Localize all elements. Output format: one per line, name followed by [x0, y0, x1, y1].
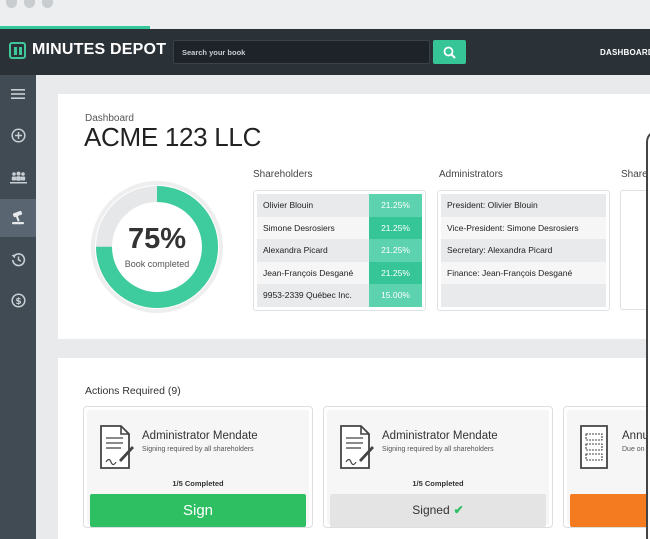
device-frame-edge: [646, 130, 650, 539]
app-name: MINUTES DEPOT: [32, 41, 167, 58]
administrator-entry: Secretary: Alexandra Picard: [441, 239, 606, 262]
document-list-icon: [580, 425, 608, 469]
action-card: Administrator Mendate Signing required b…: [83, 406, 313, 528]
administrator-entry: [441, 284, 606, 307]
actions-title: Actions Required (9): [85, 385, 181, 397]
table-row[interactable]: Simone Desrosiers 21.25%: [257, 216, 422, 239]
action-card: Annu Due on: [563, 406, 650, 528]
action-card-progress: 1/5 Completed: [172, 479, 224, 488]
shareholder-name: Simone Desrosiers: [257, 216, 369, 239]
shareholder-share: 21.25%: [369, 194, 422, 217]
action-card-body: Annu Due on: [567, 410, 650, 527]
action-card: Administrator Mendate Signing required b…: [323, 406, 553, 528]
shareholder-name: 9953-2339 Québec Inc.: [257, 284, 369, 307]
action-card-subtitle: Signing required by all shareholders: [142, 446, 254, 453]
logo[interactable]: MINUTES DEPOT: [9, 41, 166, 59]
administrator-entry: Vice-President: Simone Desrosiers: [441, 216, 606, 239]
signed-button[interactable]: Signed ✔: [330, 494, 546, 527]
page-title: ACME 123 LLC: [84, 122, 262, 152]
action-card-body: Administrator Mendate Signing required b…: [87, 410, 309, 527]
shareholder-share: 21.25%: [369, 261, 422, 284]
sidebar-item-menu[interactable]: [0, 75, 36, 113]
sign-button[interactable]: Sign: [90, 494, 306, 527]
action-card-title: Administrator Mendate: [382, 430, 498, 442]
shareholder-name: Alexandra Picard: [257, 239, 369, 262]
shareholders-title: Shareholders: [253, 169, 313, 180]
search-box: [173, 40, 430, 64]
sidebar-item-history[interactable]: [0, 240, 36, 278]
check-icon: ✔: [453, 503, 464, 517]
document-sign-icon: [340, 425, 374, 469]
sidebar-item-add[interactable]: [0, 116, 36, 154]
window-chrome: [0, 0, 650, 28]
shareholder-share: 21.25%: [369, 216, 422, 239]
shareholder-share: 15.00%: [369, 284, 422, 307]
administrator-entry: Finance: Jean-François Desgané: [441, 261, 606, 284]
action-card-subtitle: Due on: [622, 446, 645, 453]
action-card-body: Administrator Mendate Signing required b…: [327, 410, 549, 527]
table-row[interactable]: Jean-François Desgané 21.25%: [257, 261, 422, 284]
administrator-entry: President: Olivier Blouin: [441, 194, 606, 217]
window-dot-icon[interactable]: [6, 0, 17, 8]
shareholder-name: Olivier Blouin: [257, 194, 369, 217]
search-button[interactable]: [433, 40, 466, 64]
action-card-progress: 1/5 Completed: [412, 479, 464, 488]
top-bar: MINUTES DEPOT DASHBOARD: [0, 29, 650, 75]
shareholders-table: Olivier Blouin 21.25% Simone Desrosiers 21…: [253, 190, 426, 311]
sidebar: $: [0, 75, 36, 539]
sidebar-item-resolutions[interactable]: [0, 199, 36, 237]
table-row[interactable]: 9953-2339 Québec Inc. 15.00%: [257, 284, 422, 307]
shareholder-share: 21.25%: [369, 239, 422, 262]
shareholder-name: Jean-François Desgané: [257, 261, 369, 284]
table-row[interactable]: Vice-President: Simone Desrosiers: [441, 216, 606, 239]
menu-icon: [11, 89, 25, 99]
sidebar-item-billing[interactable]: $: [0, 281, 36, 319]
table-row[interactable]: Olivier Blouin 21.25%: [257, 194, 422, 217]
window-dot-icon[interactable]: [24, 0, 35, 8]
history-icon: [11, 252, 25, 266]
sidebar-item-shareholders[interactable]: [0, 158, 36, 196]
users-icon: [9, 171, 27, 183]
action-card-title: Administrator Mendate: [142, 430, 258, 442]
administrators-title: Administrators: [439, 169, 503, 180]
table-row[interactable]: [441, 284, 606, 307]
document-sign-icon: [100, 425, 134, 469]
table-row[interactable]: President: Olivier Blouin: [441, 194, 606, 217]
action-button[interactable]: [570, 494, 650, 527]
search-icon: [443, 46, 456, 59]
progress-label: Book completed: [124, 259, 190, 269]
nav-dashboard-link[interactable]: DASHBOARD: [600, 48, 650, 57]
gavel-icon: [12, 211, 24, 225]
third-section-title: Share: [621, 169, 648, 180]
table-row[interactable]: Finance: Jean-François Desgané: [441, 261, 606, 284]
signed-label: Signed: [412, 503, 450, 517]
table-row[interactable]: Secretary: Alexandra Picard: [441, 239, 606, 262]
logo-icon: [9, 41, 26, 59]
svg-text:$: $: [15, 297, 21, 307]
plus-circle-icon: [10, 127, 26, 143]
action-card-title: Annu: [622, 430, 649, 442]
action-card-subtitle: Signing required by all shareholders: [382, 446, 494, 453]
progress-percent: 75%: [127, 223, 187, 255]
search-input[interactable]: [174, 41, 429, 63]
window-dot-icon[interactable]: [42, 0, 53, 8]
dollar-icon: $: [10, 292, 26, 308]
table-row[interactable]: Alexandra Picard 21.25%: [257, 239, 422, 262]
administrators-table: President: Olivier Blouin Vice-President…: [437, 190, 610, 311]
